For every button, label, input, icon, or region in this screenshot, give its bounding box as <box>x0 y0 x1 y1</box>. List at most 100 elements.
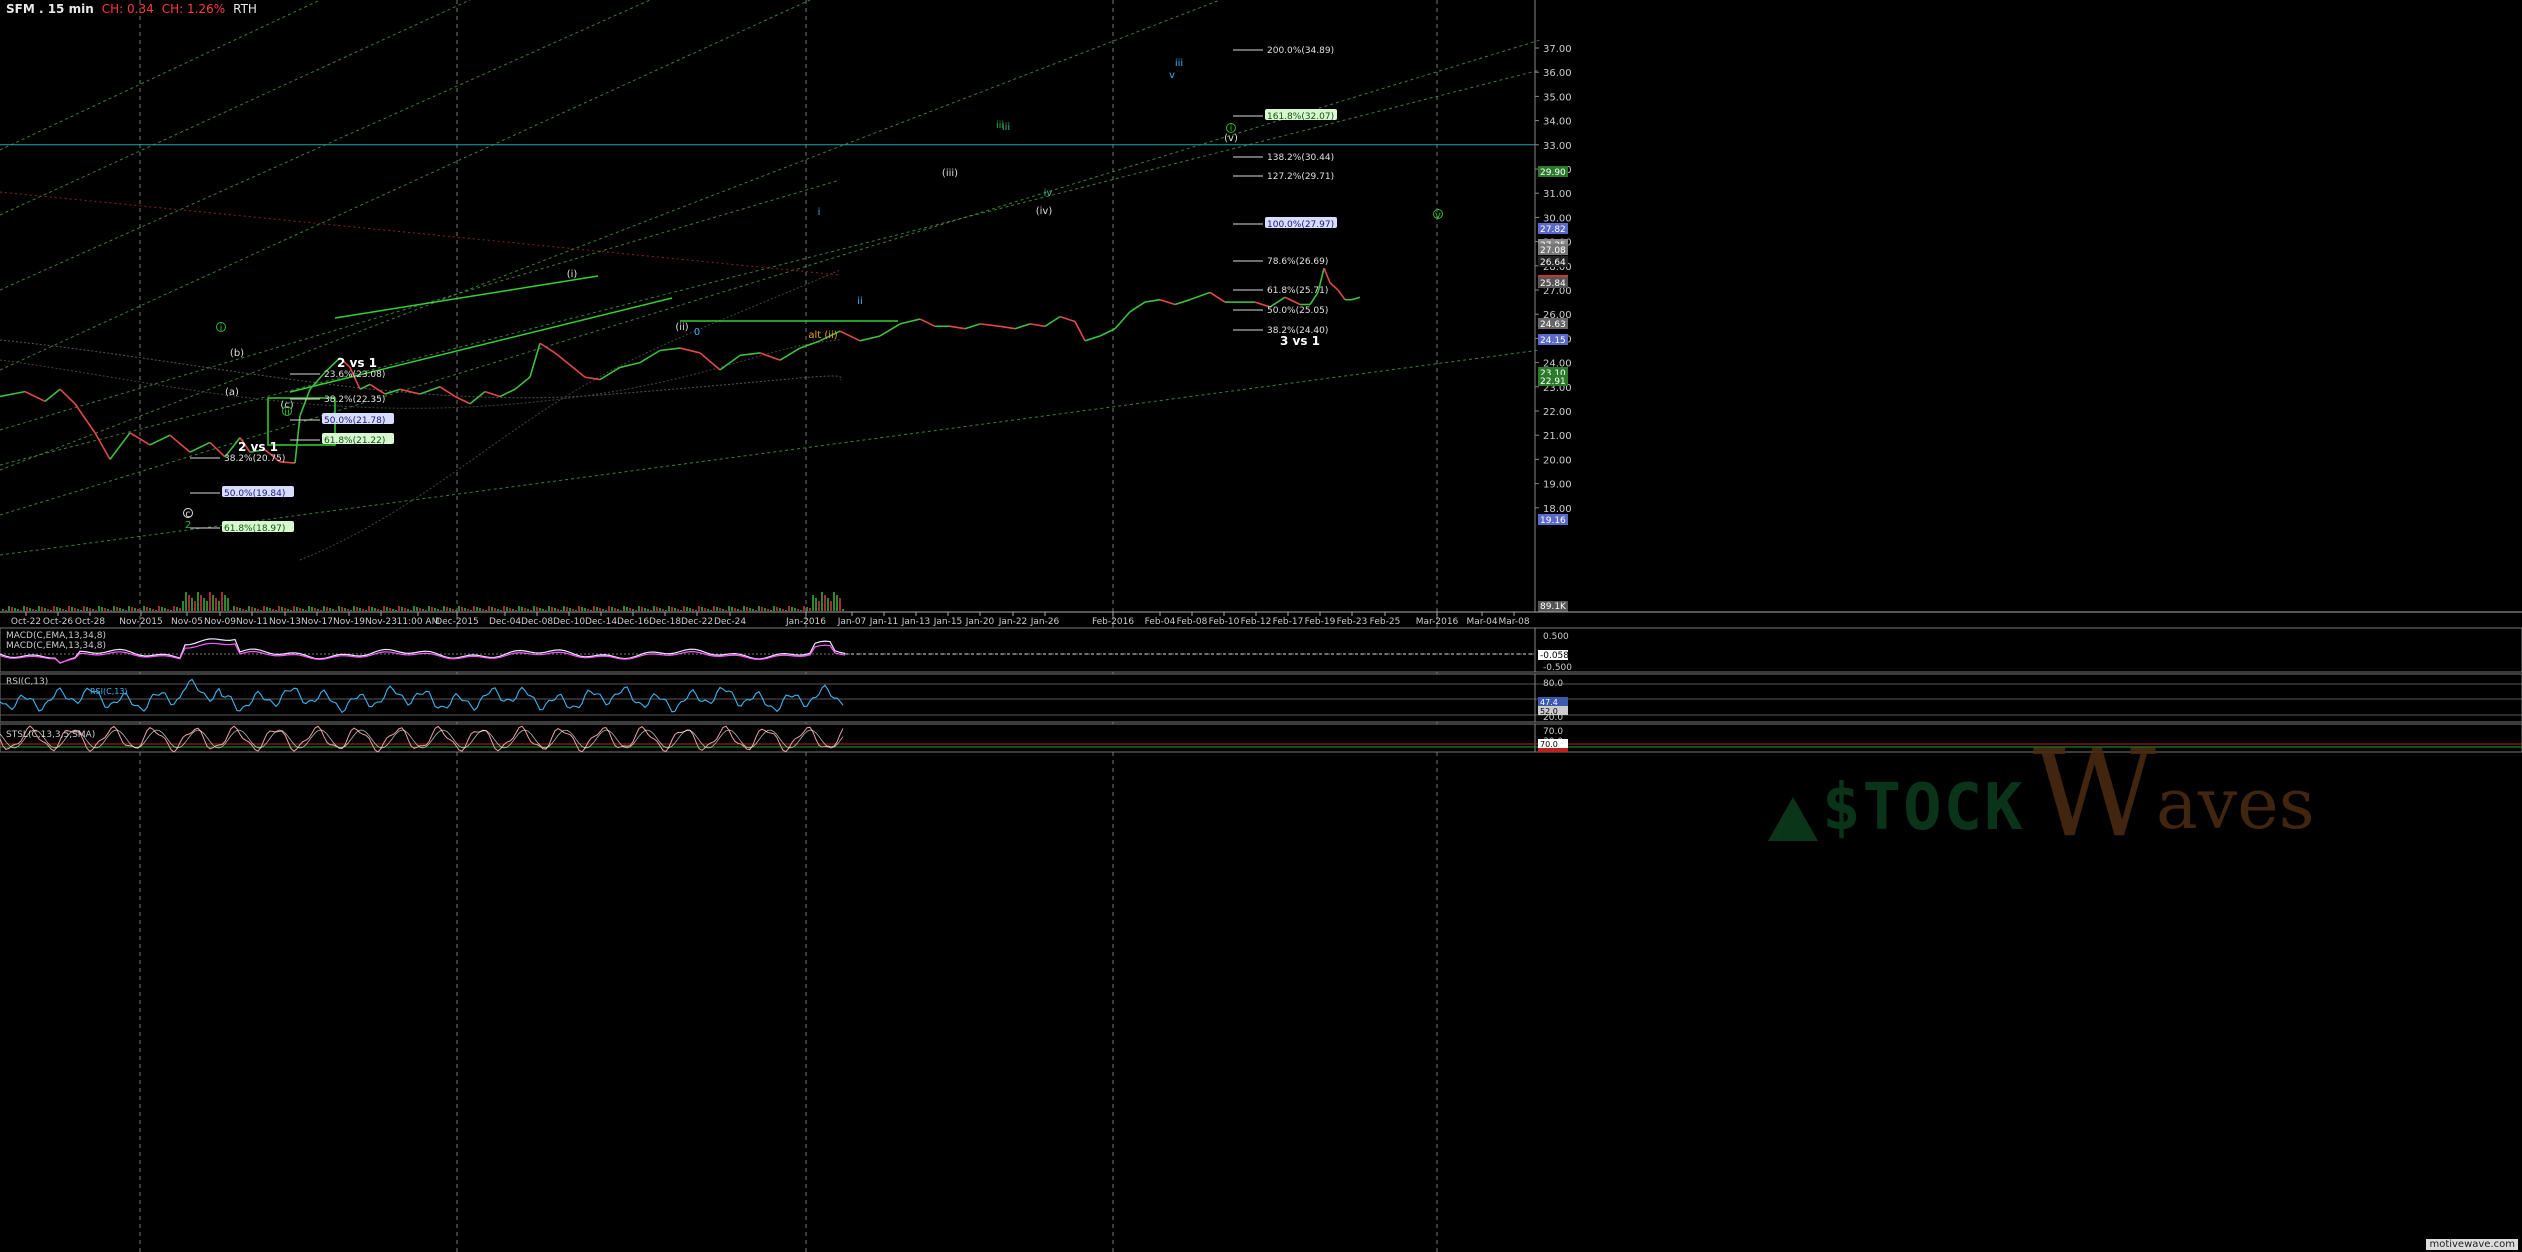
time-axis-label: Mar-08 <box>1498 617 1529 627</box>
volume-bar <box>287 609 289 611</box>
volume-bar <box>815 598 817 611</box>
price-tag: 26.64 <box>1540 258 1566 268</box>
price-tag: 22.91 <box>1540 377 1566 387</box>
volume-bar <box>377 609 379 611</box>
symbol-label[interactable]: SFM . 15 min <box>6 2 94 16</box>
volume-label: 89.1K <box>1540 602 1567 612</box>
price-chart[interactable]: 200.0%(34.89) 161.8%(32.07) 138.2%(30.44) 1… <box>0 0 2522 1252</box>
volume-bar <box>392 609 394 611</box>
volume-bar <box>635 610 637 611</box>
wave-label: (a) <box>225 387 239 398</box>
volume-bar <box>20 610 22 611</box>
volume-bar <box>227 598 229 611</box>
volume-bar <box>497 609 499 611</box>
volume-bar <box>686 607 688 611</box>
time-axis-label: Oct-26 <box>43 617 74 627</box>
volume-bar <box>98 606 100 611</box>
volume-bar <box>770 610 772 611</box>
volume-bar <box>254 608 256 611</box>
volume-bar <box>632 609 634 611</box>
volume-bar <box>113 606 115 611</box>
volume-bar <box>791 607 793 611</box>
wave-label: 2 vs 1 <box>337 356 377 370</box>
volume-bar <box>164 608 166 611</box>
volume-bar <box>248 606 250 611</box>
volume-bar <box>35 610 37 611</box>
volume-bar <box>332 609 334 611</box>
time-axis-label: Feb-19 <box>1305 617 1336 627</box>
volume-bar <box>14 608 16 611</box>
volume-bar <box>104 608 106 611</box>
volume-bar <box>239 608 241 611</box>
volume-bar <box>134 608 136 611</box>
volume-bar <box>755 610 757 611</box>
volume-bar <box>731 607 733 611</box>
time-axis-label: Nov-05 <box>171 617 203 627</box>
volume-bar <box>311 607 313 611</box>
macd-title: MACD(C,EMA,13,34,8) <box>6 631 106 641</box>
wave-label: c <box>185 509 191 520</box>
volume-bar <box>50 610 52 611</box>
volume-bar <box>251 607 253 611</box>
volume-bar <box>653 606 655 611</box>
price-axis-label: 22.00 <box>1543 407 1572 418</box>
volume-bar <box>467 609 469 611</box>
volume-bar <box>350 610 352 611</box>
volume-bar <box>107 609 109 611</box>
volume-bar <box>338 606 340 611</box>
fib-label: 61.8%(21.22) <box>324 436 385 446</box>
volume-bar <box>590 610 592 611</box>
volume-bar <box>764 608 766 611</box>
volume-bar <box>584 608 586 611</box>
time-axis-label: Dec-04 <box>489 617 521 627</box>
fib-label: 50.0%(21.78) <box>324 416 385 426</box>
volume-bar <box>62 609 64 611</box>
volume-bar <box>509 608 511 611</box>
volume-bar <box>53 606 55 611</box>
volume-bar <box>656 607 658 611</box>
volume-bar <box>452 609 454 611</box>
volume-bar <box>317 609 319 611</box>
volume-bar <box>779 608 781 611</box>
volume-bar <box>797 609 799 611</box>
fib-label: 100.0%(27.97) <box>1267 220 1334 230</box>
volume-bar <box>17 609 19 611</box>
time-axis-label: Feb-04 <box>1145 617 1176 627</box>
volume-bar <box>257 609 259 611</box>
price-axis-label: 33.00 <box>1543 141 1572 152</box>
volume-bar <box>299 608 301 611</box>
volume-bar <box>461 607 463 611</box>
volume-bar <box>680 610 682 611</box>
time-axis-label: Dec-24 <box>714 617 746 627</box>
volume-bar <box>206 601 208 611</box>
volume-bar <box>524 608 526 611</box>
volume-bar <box>167 609 169 611</box>
volume-bar <box>722 609 724 611</box>
volume-bar <box>449 608 451 611</box>
volume-bar <box>359 608 361 611</box>
fib-label: 78.6%(26.69) <box>1267 257 1328 267</box>
time-axis-label: Feb-08 <box>1177 617 1208 627</box>
time-axis-label: Jan-15 <box>933 617 963 627</box>
volume-bar <box>161 607 163 611</box>
volume-bar <box>527 609 529 611</box>
time-axis-label: Oct-28 <box>75 617 106 627</box>
volume-bar <box>650 610 652 611</box>
volume-bar <box>563 606 565 611</box>
volume-bar <box>128 606 130 611</box>
time-axis-label: Jan-11 <box>869 617 899 627</box>
volume-bar <box>431 607 433 611</box>
volume-bar <box>701 607 703 611</box>
volume-bar <box>614 608 616 611</box>
volume-bar <box>704 608 706 611</box>
volume-bar <box>521 607 523 611</box>
volume-bar <box>821 592 823 611</box>
volume-bar <box>809 608 811 611</box>
volume-bar <box>641 607 643 611</box>
volume-bar <box>80 610 82 611</box>
volume-bar <box>473 606 475 611</box>
volume-bar <box>455 610 457 611</box>
volume-bar <box>533 606 535 611</box>
volume-bar <box>581 607 583 611</box>
watermark-w-text: W <box>2032 725 2156 864</box>
